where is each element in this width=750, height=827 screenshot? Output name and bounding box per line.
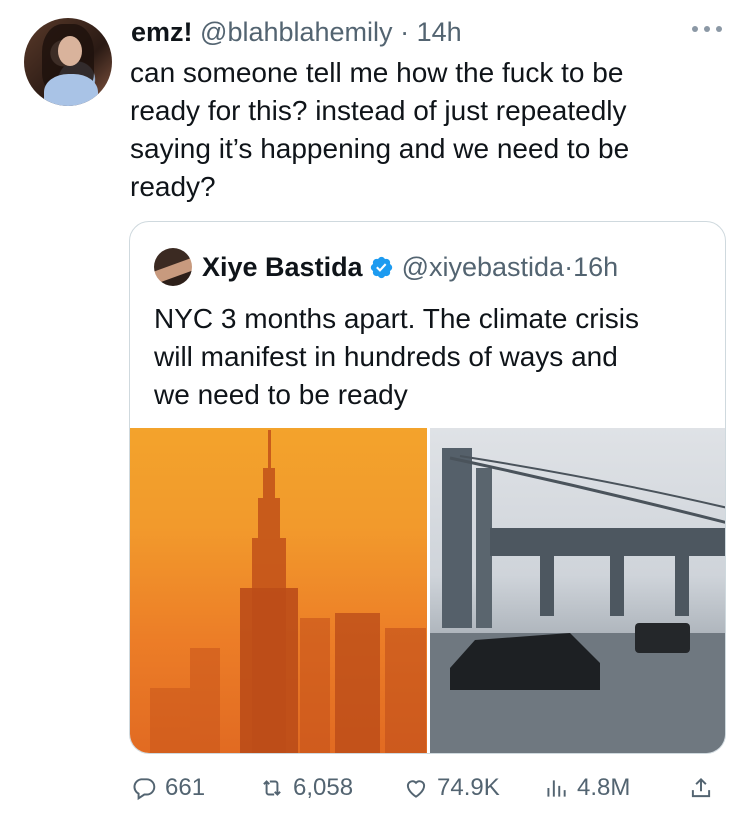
quoted-header: Xiye Bastida @xiyebastida · 16h: [202, 249, 618, 285]
views-button[interactable]: 4.8M: [543, 766, 630, 810]
retweet-count: 6,058: [293, 774, 354, 801]
reply-icon: [133, 778, 156, 801]
views-chart-icon: [547, 780, 566, 797]
author-handle[interactable]: @blahblahemily: [200, 17, 393, 47]
share-button[interactable]: [688, 766, 714, 810]
verified-badge-icon: [370, 256, 392, 278]
author-name[interactable]: emz!: [131, 17, 193, 47]
timestamp[interactable]: 14h: [417, 17, 462, 47]
flooded-street-photo[interactable]: [430, 428, 725, 753]
reply-count: 661: [165, 774, 206, 801]
quoted-author-handle[interactable]: @xiyebastida: [402, 249, 565, 285]
action-bar: 661 6,058 74.9K 4.8M: [131, 766, 726, 810]
separator-dot: ·: [564, 252, 574, 282]
share-icon: [691, 777, 711, 798]
like-count: 74.9K: [437, 774, 500, 801]
heart-icon: [406, 780, 426, 798]
photo-grid: [130, 428, 725, 753]
separator-dot: ·: [400, 17, 410, 47]
more-dots-icon[interactable]: [692, 24, 722, 34]
reply-button[interactable]: 661: [131, 766, 205, 810]
avatar[interactable]: [24, 18, 112, 106]
quoted-avatar[interactable]: [154, 248, 192, 286]
quoted-text: NYC 3 months apart. The climate crisis w…: [154, 303, 639, 410]
retweet-button[interactable]: 6,058: [259, 766, 353, 810]
quoted-author-name[interactable]: Xiye Bastida: [202, 249, 363, 285]
quoted-timestamp[interactable]: 16h: [573, 249, 618, 285]
tweet-header: emz! @blahblahemily · 14h: [131, 14, 462, 50]
tweet-text: can someone tell me how the fuck to be r…: [130, 57, 630, 202]
view-count: 4.8M: [577, 774, 631, 801]
smoke-skyline-photo[interactable]: [130, 428, 427, 753]
retweet-icon: [263, 780, 281, 796]
like-button[interactable]: 74.9K: [403, 766, 500, 810]
quoted-tweet[interactable]: Xiye Bastida @xiyebastida · 16h NYC 3 mo…: [129, 221, 726, 754]
